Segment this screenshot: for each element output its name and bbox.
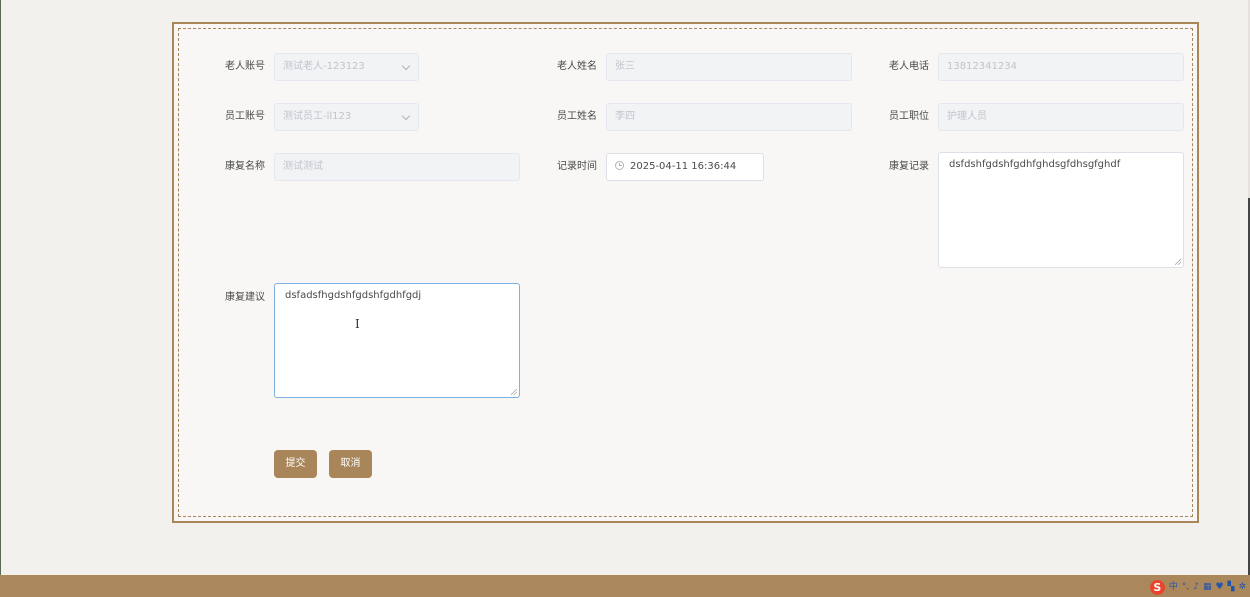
- record-time-value: 2025-04-11 16:36:44: [630, 161, 737, 172]
- ime-language[interactable]: 中: [1169, 580, 1178, 595]
- record-time-label: 记录时间: [557, 161, 597, 172]
- staff-name-input[interactable]: 李四: [606, 103, 852, 131]
- staff-position-input[interactable]: 护理人员: [938, 103, 1184, 131]
- sogou-icon[interactable]: S: [1149, 580, 1165, 595]
- elder-name-input[interactable]: 张三: [606, 53, 852, 81]
- settings-icon[interactable]: ✲: [1238, 580, 1246, 595]
- staff-account-select[interactable]: 测试员工-ll123: [274, 103, 419, 131]
- form-panel-dashed-border: [178, 28, 1193, 517]
- staff-name-label: 员工姓名: [557, 111, 597, 122]
- elder-name-label: 老人姓名: [557, 61, 597, 72]
- mic-icon[interactable]: ♪: [1193, 580, 1199, 595]
- skin-icon[interactable]: ♥: [1215, 580, 1223, 595]
- rehab-advice-textarea[interactable]: dsfadsfhgdshfgdshfgdhfgdj: [274, 283, 520, 398]
- chevron-down-icon: [401, 111, 411, 121]
- elder-account-label: 老人账号: [225, 61, 265, 72]
- apps-icon[interactable]: ▚: [1228, 580, 1235, 595]
- ime-toolbar[interactable]: S 中 °, ♪ ▦ ♥ ▚ ✲: [1149, 580, 1246, 595]
- footer-bar: [0, 575, 1250, 597]
- ime-punctuation[interactable]: °,: [1182, 580, 1189, 595]
- record-time-picker[interactable]: 2025-04-11 16:36:44: [606, 153, 764, 181]
- staff-account-label: 员工账号: [225, 111, 265, 122]
- window-left-edge: [0, 0, 1, 575]
- elder-account-select[interactable]: 测试老人-123123: [274, 53, 419, 81]
- rehab-advice-label: 康复建议: [225, 292, 265, 303]
- rehab-record-label: 康复记录: [889, 161, 929, 172]
- staff-position-label: 员工职位: [889, 111, 929, 122]
- submit-button[interactable]: 提交: [274, 450, 317, 478]
- staff-account-value: 测试员工-ll123: [283, 111, 352, 122]
- clock-icon: [615, 160, 624, 170]
- elder-phone-label: 老人电话: [889, 61, 929, 72]
- rehab-name-label: 康复名称: [225, 161, 265, 172]
- elder-phone-input[interactable]: 13812341234: [938, 53, 1184, 81]
- rehab-record-text: dsfdshfgdshfgdhfghdsgfdhsgfghdf: [949, 159, 1121, 170]
- keyboard-icon[interactable]: ▦: [1203, 580, 1212, 595]
- form-panel: [172, 22, 1199, 523]
- chevron-down-icon: [401, 61, 411, 71]
- cancel-button[interactable]: 取消: [329, 450, 372, 478]
- rehab-record-textarea[interactable]: dsfdshfgdshfgdhfghdsgfdhsgfghdf: [938, 152, 1184, 268]
- resize-handle-icon[interactable]: [1175, 259, 1181, 265]
- elder-account-value: 测试老人-123123: [283, 61, 365, 72]
- rehab-name-input[interactable]: 测试测试: [274, 153, 520, 181]
- resize-handle-icon[interactable]: [511, 389, 517, 395]
- text-cursor-icon: I: [355, 317, 360, 331]
- rehab-advice-text: dsfadsfhgdshfgdshfgdhfgdj: [285, 290, 422, 301]
